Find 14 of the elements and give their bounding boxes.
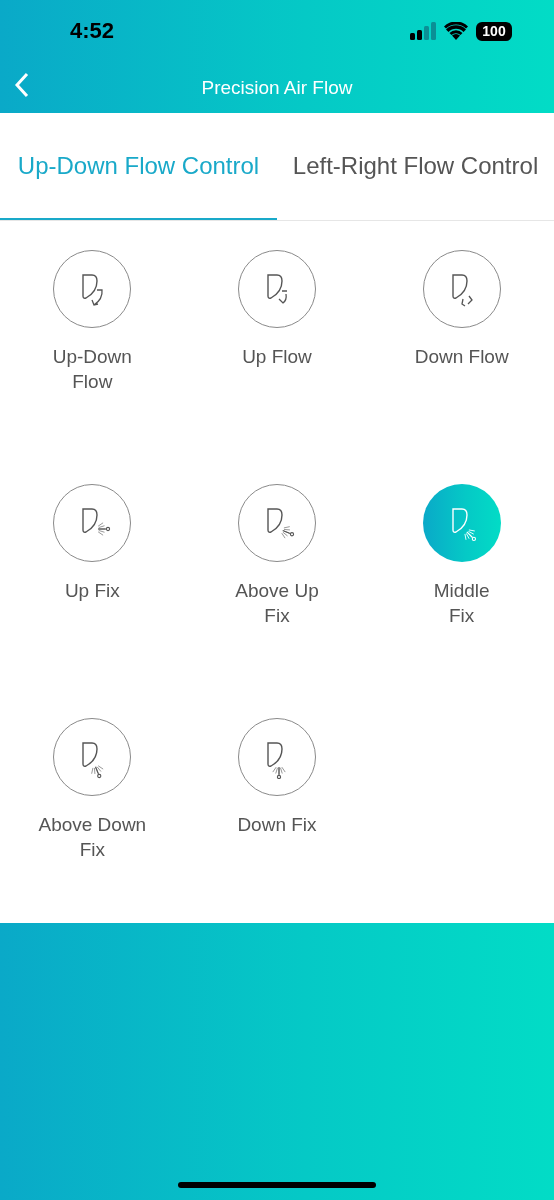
mode-label: Above Up Fix [235,579,319,628]
flow-tab[interactable]: Left-Right Flow Control [277,113,554,220]
mode-label: Down Flow [414,345,509,369]
mode-label: Up Fix [64,579,120,603]
status-time: 4:52 [70,18,115,44]
page-title: Precision Air Flow [201,76,353,99]
mode-label: Up-Down Flow [52,345,132,394]
mode-label: Down Fix [237,813,317,837]
mode-label: Above Down Fix [38,813,147,862]
mode-label: Middle Fix [433,579,490,628]
battery-indicator: 100 [476,21,512,41]
mode-label: Up Flow [242,345,312,369]
wifi-icon [444,22,468,40]
signal-icon [410,22,436,40]
